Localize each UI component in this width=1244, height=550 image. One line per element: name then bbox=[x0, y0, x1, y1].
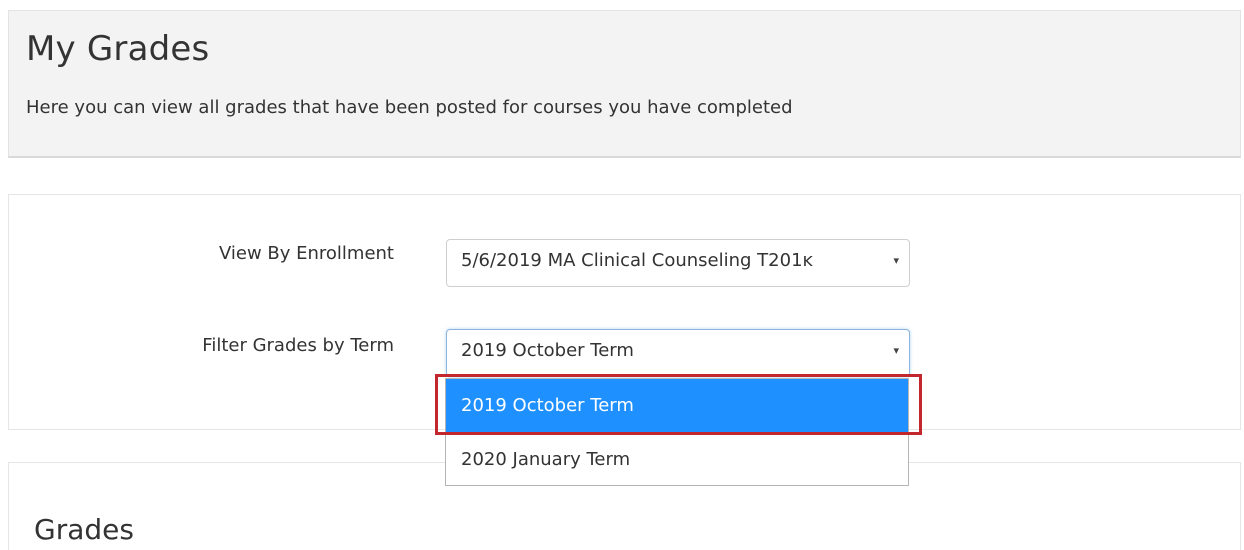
chevron-down-icon: ▾ bbox=[893, 344, 899, 357]
chevron-down-icon: ▾ bbox=[893, 254, 899, 267]
grades-title: Grades bbox=[34, 513, 134, 546]
page-header: My Grades Here you can view all grades t… bbox=[8, 10, 1241, 158]
page-title: My Grades bbox=[26, 29, 210, 69]
term-option-2020-january[interactable]: 2020 January Term bbox=[446, 433, 908, 487]
term-option-2019-october[interactable]: 2019 October Term bbox=[446, 379, 908, 433]
term-select-value: 2019 October Term bbox=[461, 340, 634, 361]
page: My Grades Here you can view all grades t… bbox=[0, 0, 1244, 550]
enrollment-label: View By Enrollment bbox=[218, 243, 394, 264]
enrollment-select-value: 5/6/2019 MA Clinical Counseling T201ĸ bbox=[461, 250, 813, 271]
term-label: Filter Grades by Term bbox=[202, 335, 394, 356]
term-select[interactable]: 2019 October Term ▾ bbox=[446, 329, 910, 377]
enrollment-select[interactable]: 5/6/2019 MA Clinical Counseling T201ĸ ▾ bbox=[446, 239, 910, 287]
page-subtitle: Here you can view all grades that have b… bbox=[26, 97, 793, 118]
term-dropdown-list: 2019 October Term 2020 January Term bbox=[445, 378, 909, 486]
